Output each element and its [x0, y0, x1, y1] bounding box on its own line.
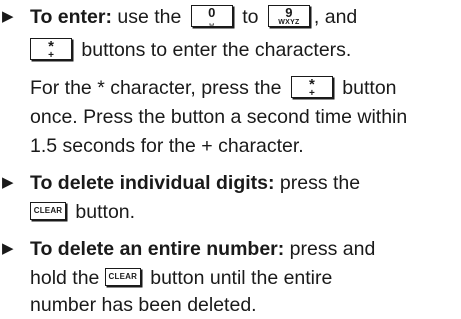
instruction-line: hold the CLEAR button until the entire [0, 265, 461, 291]
note-line: 1.5 seconds for the + character. [0, 133, 461, 159]
instruction-line: ▶ To delete individual digits: press the [0, 170, 461, 196]
note-text: For the * character, press the [30, 77, 287, 99]
key-zero-icon: 0 ␣ [190, 4, 233, 27]
instruction-line: * + buttons to enter the characters. [0, 37, 461, 63]
instruction-text: press and [284, 238, 376, 260]
key-clear-icon: CLEAR [104, 267, 141, 286]
note-text: 1.5 seconds for the + character. [30, 135, 304, 157]
note-line: once. Press the button a second time wit… [0, 104, 461, 130]
note-text: once. Press the button a second time wit… [30, 106, 408, 128]
instruction-line: CLEAR button. [0, 199, 461, 225]
instruction-enter-label: To enter: [30, 6, 112, 28]
instruction-text: use the [111, 6, 187, 28]
instruction-line: number has been deleted. [0, 292, 461, 318]
instruction-delete-digits-label: To delete individual digits: [30, 172, 275, 194]
bullet-arrow-icon: ▶ [2, 240, 14, 257]
key-nine-icon: 9 WXYZ [267, 4, 310, 27]
key-star-icon: * + [30, 37, 72, 60]
instruction-text: button. [70, 201, 136, 223]
note-line: For the * character, press the * + button [0, 75, 461, 101]
note-text: button [336, 77, 397, 99]
instruction-text: to [236, 6, 264, 28]
instruction-text: press the [274, 172, 361, 194]
bullet-arrow-icon: ▶ [2, 174, 14, 191]
bullet-arrow-icon: ▶ [2, 8, 14, 25]
instruction-text: buttons to enter the characters. [76, 39, 352, 61]
key-star-icon: * + [290, 75, 333, 98]
instruction-text: hold the [30, 267, 105, 289]
instruction-delete-number-label: To delete an entire number: [30, 238, 285, 260]
instruction-text: , and [313, 6, 358, 28]
instruction-text: number has been deleted. [30, 294, 257, 316]
instruction-line: ▶ To delete an entire number: press and [0, 236, 461, 262]
instruction-line: ▶ To enter: use the 0 ␣ to 9 WXYZ, and [0, 4, 461, 30]
instruction-text: button until the entire [144, 267, 333, 289]
key-clear-icon: CLEAR [30, 201, 66, 220]
